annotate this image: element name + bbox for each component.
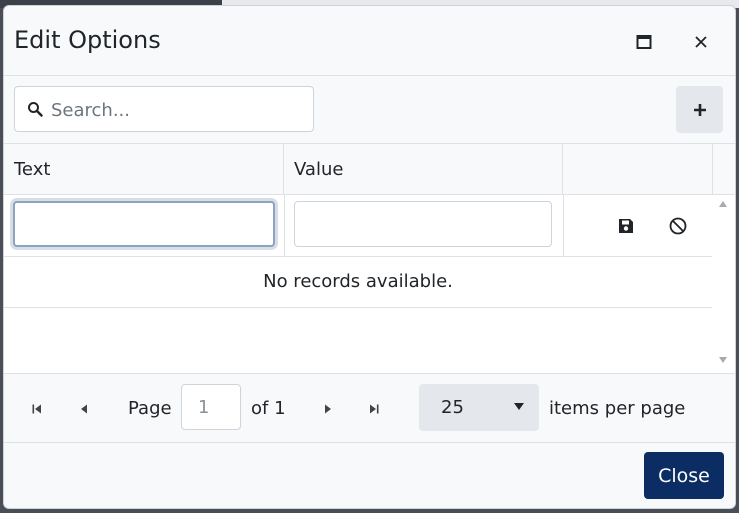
items-per-page-label: items per page [549,398,686,419]
cancel-button[interactable] [665,213,691,239]
cancel-icon [669,217,687,235]
close-button[interactable]: Close [644,452,724,499]
previous-page-icon [81,404,87,414]
page-number-input[interactable] [181,384,241,430]
first-page-button[interactable] [26,398,48,420]
page-total-label: of 1 [251,398,286,419]
last-page-icon [370,404,379,414]
last-page-button[interactable] [363,398,385,420]
grid-toolbar [4,76,735,143]
options-grid: Text Value No records available. [4,143,735,374]
maximize-button[interactable] [630,28,658,56]
page-size-value: 25 [441,397,464,418]
edit-options-dialog: Edit Options Search... Text Value No rec… [3,5,736,509]
next-page-icon [325,404,331,414]
column-header-text[interactable]: Text [4,144,284,194]
close-dialog-button[interactable] [687,28,715,56]
dialog-titlebar: Edit Options [4,6,735,76]
page-size-select[interactable]: 25 [419,384,539,431]
grid-header: Text Value [4,144,735,195]
search-input[interactable] [49,87,303,133]
scroll-up-arrow-icon[interactable] [719,201,727,207]
next-page-button[interactable] [317,398,339,420]
page-label: Page [128,398,172,419]
dialog-title: Edit Options [14,26,161,54]
edit-row [4,195,712,257]
search-icon [27,101,43,121]
grid-pager: Page of 1 25 items per page [4,373,735,443]
value-field[interactable] [294,201,552,247]
text-field[interactable] [13,201,275,247]
column-header-value[interactable]: Value [284,144,563,194]
close-icon [695,36,707,48]
add-button[interactable] [676,86,723,133]
first-page-icon [32,404,41,414]
column-header-commands [563,144,713,194]
search-box [14,86,314,133]
plus-icon [693,103,706,116]
scroll-down-arrow-icon[interactable] [719,357,727,363]
save-icon [619,219,633,233]
no-records-message: No records available. [4,256,712,308]
grid-scrollbar[interactable] [713,195,735,374]
maximize-icon [636,35,652,49]
dropdown-arrow-icon [514,403,524,410]
previous-page-button[interactable] [73,398,95,420]
save-button[interactable] [613,213,639,239]
